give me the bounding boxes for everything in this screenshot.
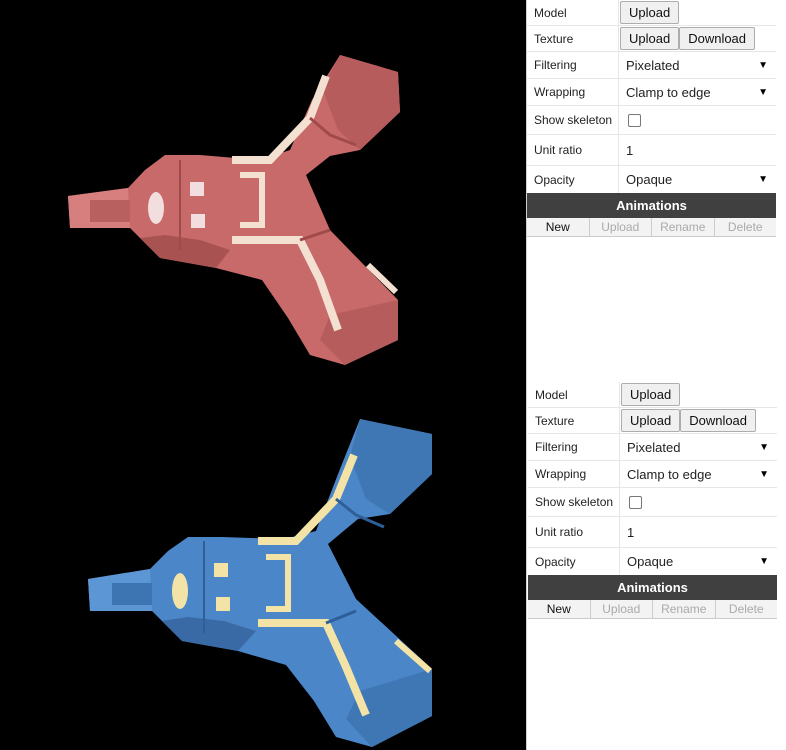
unit-ratio-input[interactable]: 1: [621, 525, 634, 540]
filtering-label: Filtering: [527, 52, 619, 78]
properties-panel-1: Model Upload Texture Upload Download Fil…: [527, 0, 776, 237]
texture-label: Texture: [527, 26, 619, 51]
dropdown-arrow-icon: ▼: [758, 86, 768, 98]
dropdown-arrow-icon: ▼: [759, 441, 769, 453]
opacity-select[interactable]: Opaque ▼: [621, 548, 777, 575]
wrapping-label: Wrapping: [528, 461, 620, 487]
animations-toolbar: New Upload Rename Delete: [527, 218, 776, 237]
filtering-row: Filtering Pixelated ▼: [528, 434, 777, 461]
wrapping-value: Clamp to edge: [626, 84, 711, 100]
dropdown-arrow-icon: ▼: [759, 468, 769, 480]
show-skeleton-checkbox[interactable]: [629, 495, 642, 509]
unit-ratio-label: Unit ratio: [528, 517, 620, 547]
model-label: Model: [527, 0, 619, 25]
wrapping-row: Wrapping Clamp to edge ▼: [528, 461, 777, 488]
unit-ratio-row: Unit ratio 1: [527, 135, 776, 166]
texture-upload-button[interactable]: Upload: [620, 27, 680, 50]
rendered-model-blue: [88, 419, 432, 747]
opacity-row: Opacity Opaque ▼: [528, 548, 777, 575]
opacity-label: Opacity: [528, 548, 620, 575]
model-upload-button[interactable]: Upload: [621, 383, 681, 406]
wrapping-value: Clamp to edge: [627, 466, 712, 482]
dropdown-arrow-icon: ▼: [758, 174, 768, 185]
filtering-label: Filtering: [528, 434, 620, 460]
show-skeleton-checkbox[interactable]: [628, 113, 641, 127]
dropdown-arrow-icon: ▼: [759, 556, 769, 567]
opacity-value: Opaque: [626, 172, 673, 187]
animation-rename-button[interactable]: Rename: [653, 600, 716, 618]
animation-upload-button[interactable]: Upload: [589, 218, 652, 236]
filtering-row: Filtering Pixelated ▼: [527, 52, 776, 79]
texture-download-button[interactable]: Download: [680, 409, 757, 432]
unit-ratio-input[interactable]: 1: [620, 143, 633, 158]
animations-header: Animations: [527, 193, 776, 218]
model-label: Model: [528, 382, 620, 407]
opacity-label: Opacity: [527, 166, 619, 193]
dropdown-arrow-icon: ▼: [758, 59, 768, 71]
show-skeleton-row: Show skeleton: [528, 488, 777, 517]
filtering-value: Pixelated: [627, 439, 681, 455]
texture-row: Texture Upload Download: [528, 408, 777, 434]
texture-label: Texture: [528, 408, 620, 433]
model-viewport-1[interactable]: [0, 0, 526, 382]
texture-row: Texture Upload Download: [527, 26, 776, 52]
model-viewport-2[interactable]: [0, 382, 526, 750]
texture-upload-button[interactable]: Upload: [621, 409, 681, 432]
animation-rename-button[interactable]: Rename: [652, 218, 715, 236]
filtering-value: Pixelated: [626, 57, 680, 73]
animations-header: Animations: [528, 575, 777, 600]
unit-ratio-row: Unit ratio 1: [528, 517, 777, 548]
show-skeleton-label: Show skeleton: [528, 488, 620, 516]
wrapping-select[interactable]: Clamp to edge ▼: [620, 79, 776, 105]
show-skeleton-row: Show skeleton: [527, 106, 776, 135]
unit-ratio-label: Unit ratio: [527, 135, 619, 165]
model-upload-button[interactable]: Upload: [620, 1, 680, 24]
filtering-select[interactable]: Pixelated ▼: [621, 434, 777, 460]
show-skeleton-label: Show skeleton: [527, 106, 619, 134]
properties-panel-2: Model Upload Texture Upload Download Fil…: [528, 382, 777, 619]
opacity-row: Opacity Opaque ▼: [527, 166, 776, 193]
wrapping-row: Wrapping Clamp to edge ▼: [527, 79, 776, 106]
opacity-select[interactable]: Opaque ▼: [620, 166, 776, 193]
wrapping-select[interactable]: Clamp to edge ▼: [621, 461, 777, 487]
filtering-select[interactable]: Pixelated ▼: [620, 52, 776, 78]
opacity-value: Opaque: [627, 554, 674, 569]
animations-toolbar: New Upload Rename Delete: [528, 600, 777, 619]
animation-new-button[interactable]: New: [527, 218, 590, 236]
animation-delete-button[interactable]: Delete: [714, 218, 776, 236]
animation-new-button[interactable]: New: [528, 600, 591, 618]
model-row: Model Upload: [527, 0, 776, 26]
texture-download-button[interactable]: Download: [679, 27, 756, 50]
animation-delete-button[interactable]: Delete: [715, 600, 777, 618]
animation-upload-button[interactable]: Upload: [590, 600, 653, 618]
model-row: Model Upload: [528, 382, 777, 408]
rendered-model-red: [68, 55, 400, 365]
wrapping-label: Wrapping: [527, 79, 619, 105]
